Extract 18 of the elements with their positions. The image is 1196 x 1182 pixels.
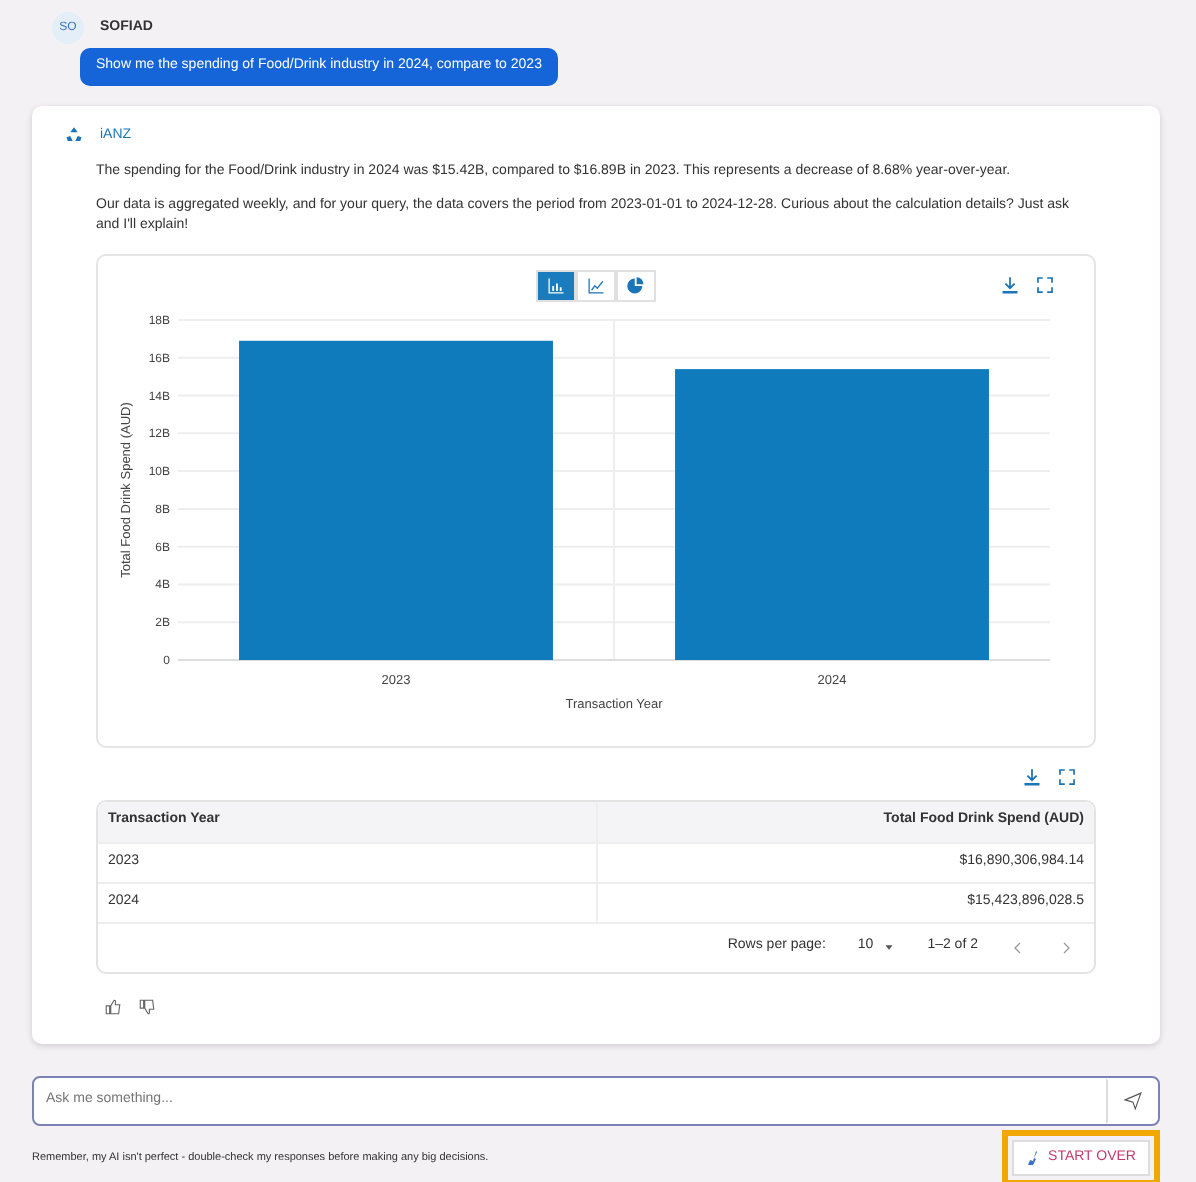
broom-icon bbox=[1026, 1149, 1043, 1166]
next-page-icon bbox=[1058, 939, 1074, 955]
chart-view-tab[interactable] bbox=[536, 269, 576, 301]
bar-chart-icon bbox=[546, 275, 566, 295]
fullscreen-icon bbox=[1036, 275, 1054, 293]
download-icon bbox=[1000, 275, 1020, 295]
fullscreen-icon bbox=[1058, 767, 1076, 785]
download-icon bbox=[1022, 767, 1042, 787]
thumbs-up-icon bbox=[104, 997, 122, 1015]
send-icon bbox=[1123, 1091, 1141, 1109]
recycle-icon bbox=[64, 125, 84, 146]
caret-icon bbox=[881, 940, 896, 954]
chart-view-tab[interactable] bbox=[576, 269, 616, 301]
chart-view-tab[interactable] bbox=[616, 269, 656, 301]
line-chart-icon bbox=[586, 275, 606, 295]
previous-page-icon bbox=[1010, 939, 1026, 955]
thumbs-down-icon bbox=[138, 997, 156, 1015]
pie-chart-icon bbox=[626, 275, 646, 295]
